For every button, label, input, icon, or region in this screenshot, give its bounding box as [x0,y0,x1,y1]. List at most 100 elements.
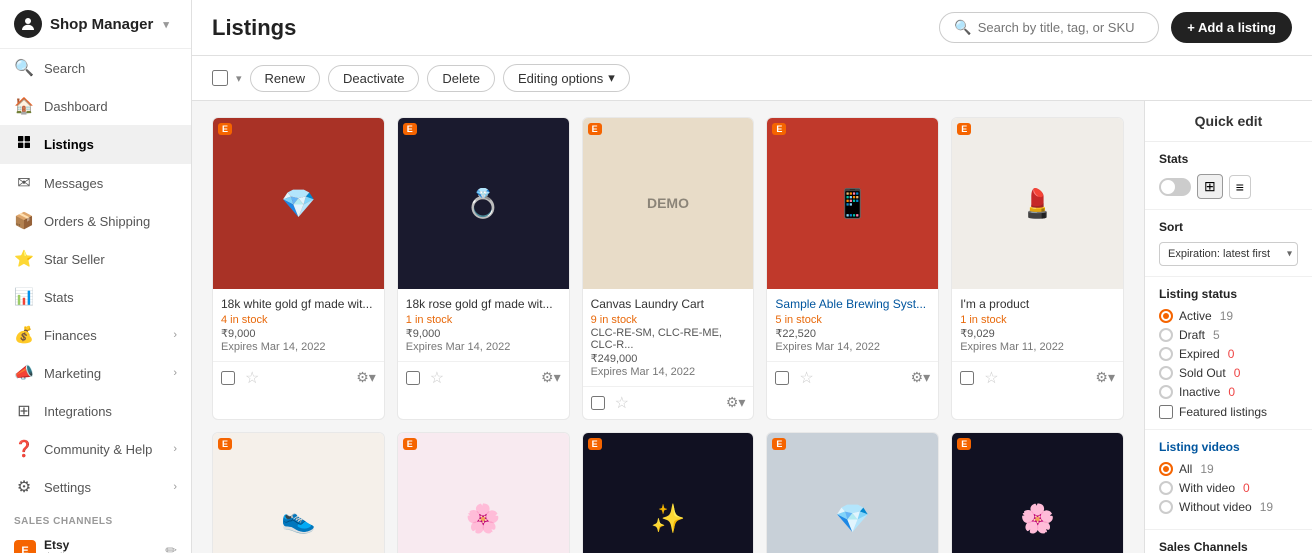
listing-checkbox[interactable] [221,371,235,385]
etsy-edit-icon[interactable]: ✏ [165,542,177,553]
stats-title: Stats [1159,152,1298,166]
listing-card[interactable]: E 💍 18k rose gold gf made wit... 1 in st… [397,117,570,420]
sidebar-item-community[interactable]: ❓ Community & Help › [0,430,191,468]
listing-card[interactable]: E ✨ 18K White Gold Gp Made ... 12 in sto… [582,432,755,553]
listing-card[interactable]: E 🌸 18K White Gold Made With... 14 in st… [951,432,1124,553]
sidebar-item-messages[interactable]: ✉ Messages [0,164,191,202]
listing-gear-icon[interactable]: ⚙▾ [541,369,561,386]
listing-checkbox[interactable] [960,371,974,385]
grid-view-button[interactable]: ⊞ [1197,174,1223,199]
sold-out-count: 0 [1234,366,1241,380]
featured-listings-checkbox[interactable] [1159,405,1173,419]
listing-image: E 🌸 [952,433,1123,553]
etsy-name: Etsy [44,538,157,552]
listing-status-section: Listing status Active 19 Draft 5 Expired… [1145,277,1312,430]
shop-manager-header[interactable]: Shop Manager ▾ [0,0,191,49]
sort-select[interactable]: Expiration: latest first Expiration: old… [1159,242,1298,266]
listing-card[interactable]: E DEMO Canvas Laundry Cart 9 in stock CL… [582,117,755,420]
listing-favorite-icon[interactable]: ☆ [430,368,444,388]
add-listing-label: + Add a listing [1187,20,1276,35]
search-bar[interactable]: 🔍 [939,12,1159,43]
sidebar-item-marketing[interactable]: 📣 Marketing › [0,354,191,392]
listing-status-title: Listing status [1159,287,1298,301]
listing-card[interactable]: E 💎 18k white gold gf made wit... 4 in s… [212,117,385,420]
add-listing-button[interactable]: + Add a listing [1171,12,1292,43]
listing-gear-icon[interactable]: ⚙▾ [726,394,746,411]
sidebar-item-dashboard[interactable]: 🏠 Dashboard [0,87,191,125]
delete-button[interactable]: Delete [427,65,495,92]
listing-checkbox[interactable] [591,396,605,410]
view-toggle: ⊞ ≡ [1159,174,1298,199]
listing-badge: E [772,438,786,450]
sidebar-item-listings[interactable]: Listings [0,125,191,164]
list-view-button[interactable]: ≡ [1229,175,1251,199]
status-sold-out[interactable]: Sold Out 0 [1159,366,1298,380]
sidebar-item-finances[interactable]: 💰 Finances › [0,316,191,354]
listing-badge: E [588,438,602,450]
toolbar: ▾ Renew Deactivate Delete Editing option… [192,56,1312,101]
active-label: Active [1179,309,1212,323]
listing-favorite-icon[interactable]: ☆ [245,368,259,388]
page-title: Listings [212,15,927,41]
stats-toggle[interactable] [1159,178,1191,196]
listing-favorite-icon[interactable]: ☆ [984,368,998,388]
status-active[interactable]: Active 19 [1159,309,1298,323]
sales-channels-filter-section: Sales Channels Etsy.com [1145,530,1312,553]
video-without-radio [1159,500,1173,514]
listing-badge: E [957,438,971,450]
dropdown-arrow[interactable]: ▾ [236,72,242,85]
draft-count: 5 [1213,328,1220,342]
select-all-checkbox[interactable] [212,70,228,86]
renew-button[interactable]: Renew [250,65,320,92]
search-icon: 🔍 [14,58,34,78]
status-inactive[interactable]: Inactive 0 [1159,385,1298,399]
quick-edit-button[interactable]: Quick edit [1145,101,1312,142]
listing-expiry: Expires Mar 11, 2022 [960,341,1115,353]
video-without[interactable]: Without video 19 [1159,500,1298,514]
sidebar-item-orders[interactable]: 📦 Orders & Shipping [0,202,191,240]
video-all[interactable]: All 19 [1159,462,1298,476]
sidebar-item-settings[interactable]: ⚙ Settings › [0,468,191,506]
listing-favorite-icon[interactable]: ☆ [799,368,813,388]
listing-card[interactable]: E 🌸 14k yellow gold gf crystal ... 12 in… [397,432,570,553]
listing-expiry: Expires Mar 14, 2022 [591,366,746,378]
search-input[interactable] [978,20,1145,35]
video-with[interactable]: With video 0 [1159,481,1298,495]
listing-title: 18k white gold gf made wit... [221,297,376,311]
listing-title: Sample Able Brewing Syst... [775,297,930,311]
status-draft[interactable]: Draft 5 [1159,328,1298,342]
listing-gear-icon[interactable]: ⚙▾ [911,369,931,386]
sales-channel-etsy[interactable]: E Etsy devlitcommerce2 ✏ [0,531,191,553]
deactivate-button[interactable]: Deactivate [328,65,419,92]
listing-stock: 5 in stock [775,314,930,326]
editing-options-button[interactable]: Editing options ▾ [503,64,630,92]
active-count: 19 [1220,309,1233,323]
listing-image: E 💎 [767,433,938,553]
listing-checkbox[interactable] [775,371,789,385]
sidebar-item-integrations[interactable]: ⊞ Integrations [0,392,191,430]
listing-stock: 1 in stock [960,314,1115,326]
listing-favorite-icon[interactable]: ☆ [615,393,629,413]
sidebar-item-stats[interactable]: 📊 Stats [0,278,191,316]
sort-section: Sort Expiration: latest first Expiration… [1145,210,1312,277]
shop-icon [14,10,42,38]
listing-card[interactable]: E 📱 Sample Able Brewing Syst... 5 in sto… [766,117,939,420]
status-expired[interactable]: Expired 0 [1159,347,1298,361]
listings-icon [14,134,34,155]
community-icon: ❓ [14,439,34,459]
sidebar-item-label: Star Seller [44,252,105,267]
sidebar-item-search[interactable]: 🔍 Search [0,49,191,87]
listing-checkbox[interactable] [406,371,420,385]
listing-card[interactable]: E 💄 I'm a product 1 in stock ₹9,029 Expi… [951,117,1124,420]
listing-card[interactable]: E 💎 18K Yellow Gold GP made ... 1 in sto… [766,432,939,553]
listing-badge: E [957,123,971,135]
listing-videos-link[interactable]: Listing videos [1159,440,1298,454]
listing-gear-icon[interactable]: ⚙▾ [1095,369,1115,386]
sidebar-item-star-seller[interactable]: ⭐ Star Seller [0,240,191,278]
listing-link[interactable]: Sample Able Brewing Syst... [775,297,926,311]
sidebar-item-label: Integrations [44,404,112,419]
listing-gear-icon[interactable]: ⚙▾ [356,369,376,386]
stats-icon: 📊 [14,287,34,307]
active-radio [1159,309,1173,323]
listing-card[interactable]: E 👟 I'm a book 2 in stock ₹18,085 Expire… [212,432,385,553]
